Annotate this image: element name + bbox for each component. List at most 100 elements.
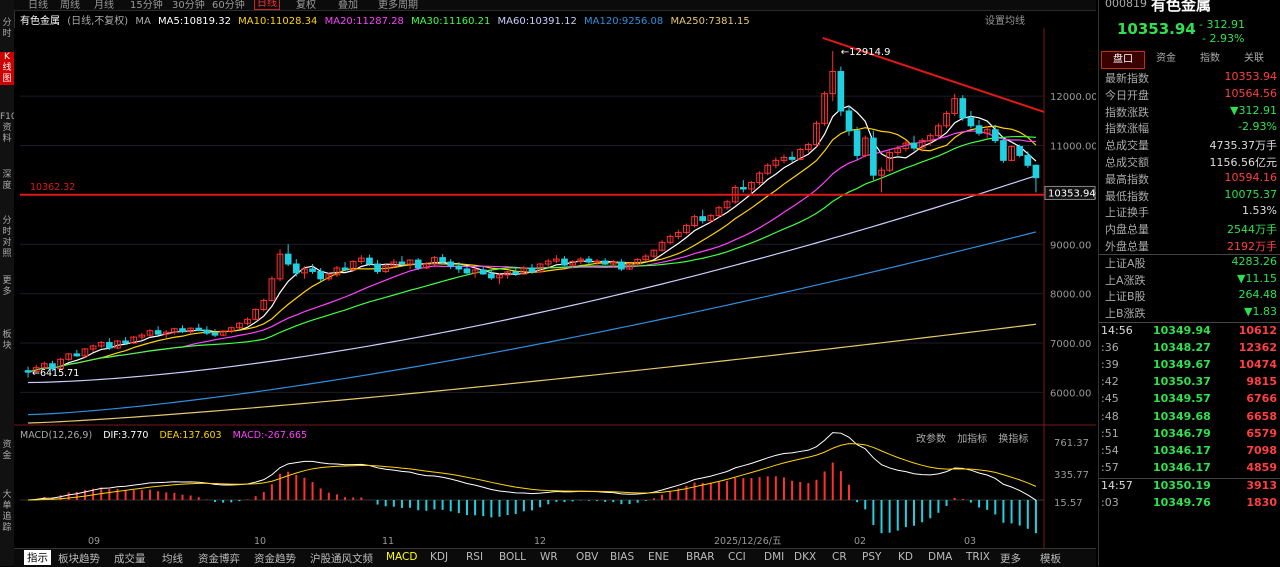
candle <box>853 130 861 156</box>
stat-label: 总成交额 <box>1105 156 1149 169</box>
ma-settings-link[interactable]: 设置均线 <box>985 12 1025 27</box>
tick-volume: 10612 <box>1238 324 1277 337</box>
stat-value: 2544万手 <box>1227 223 1277 237</box>
index-code: 000819 <box>1105 0 1147 10</box>
indicator-tab[interactable]: BIAS <box>610 551 634 563</box>
tick-price: 10350.19 <box>1153 478 1211 492</box>
stat-row: 总成交量 4735.37万手 <box>1105 137 1277 153</box>
tick-volume: 6766 <box>1246 392 1277 406</box>
left-tab[interactable]: 深度 <box>0 170 14 192</box>
candle <box>837 70 845 112</box>
candle <box>374 263 381 272</box>
stat-label: 指数涨跌 <box>1105 105 1149 119</box>
ma120-value: MA120:9256.08 <box>584 16 664 27</box>
stat-value: ▼312.91 <box>1230 103 1277 117</box>
change-params-button[interactable]: 改参数 <box>916 434 946 445</box>
quote-panel: 000819 有色金属 10353.94 - 312.91 - 2.93% 盘口… <box>1098 0 1280 566</box>
indicator-tab[interactable]: OBV <box>576 551 598 563</box>
macd-title[interactable]: MACD(12,26,9) <box>20 430 92 441</box>
indicator-tab[interactable]: 均线 <box>162 551 183 566</box>
indicator-tab[interactable]: TRIX <box>966 551 990 563</box>
left-tab[interactable]: 资金 <box>0 440 14 462</box>
left-tab[interactable]: 分时对照 <box>0 216 14 260</box>
kline-chart[interactable]: 12000.0011000.0010000.009000.008000.0070… <box>14 28 1096 548</box>
stat-row: 内盘总量 2544万手 <box>1105 221 1277 237</box>
left-tab[interactable]: F10资料 <box>0 112 17 145</box>
index-name-title: 有色金属 <box>1151 0 1212 14</box>
period-button[interactable]: 30分钟 <box>172 0 205 11</box>
candle <box>1016 146 1024 156</box>
indicator-tab[interactable]: 沪股通风文频 <box>310 551 373 566</box>
tick-row: :42 10350.37 9815 <box>1101 375 1277 390</box>
indicator-tab[interactable]: MACD <box>386 551 417 563</box>
indicator-tab[interactable]: 成交量 <box>114 551 146 566</box>
period-button[interactable]: 叠加 <box>338 0 358 11</box>
indicator-tab[interactable]: WR <box>540 551 558 563</box>
candle <box>593 260 601 263</box>
period-button[interactable]: 日线 <box>254 0 280 10</box>
stat-label: 内盘总量 <box>1105 223 1149 237</box>
candle <box>463 268 471 274</box>
period-button[interactable]: 日线 <box>28 0 48 11</box>
indicator-tab[interactable]: BOLL <box>499 551 526 563</box>
period-button[interactable]: 复权 <box>296 0 316 11</box>
low-label: ←6415.71 <box>32 368 79 379</box>
indicator-tab[interactable]: 板块趋势 <box>58 551 100 566</box>
indicator-tab[interactable]: DMI <box>764 551 784 563</box>
indicator-tab[interactable]: 资金博弈 <box>198 551 240 566</box>
macd-buttons: 改参数 加指标 换指标 <box>916 430 1028 445</box>
candle <box>528 267 536 273</box>
add-indicator-button[interactable]: 加指标 <box>957 434 987 445</box>
stat-value: 10075.37 <box>1224 187 1278 201</box>
indicator-tab[interactable]: KDJ <box>430 551 448 563</box>
candle <box>991 129 999 142</box>
price-tick-label: 12000.00 <box>1050 92 1096 103</box>
left-tab[interactable]: 分时 <box>0 18 14 40</box>
period-button[interactable]: 月线 <box>94 0 114 11</box>
quote-tab[interactable]: 指数 <box>1189 51 1231 67</box>
divider <box>1099 478 1280 479</box>
ma-legend: 有色金属 (日线,不复权) MA MA5:10819.32 MA10:11028… <box>20 12 754 28</box>
quote-tab[interactable]: 盘口 <box>1101 51 1145 69</box>
quote-tab[interactable]: 资金 <box>1145 51 1187 67</box>
indicator-tab[interactable]: 模板 <box>1040 551 1061 566</box>
period-button[interactable]: 周线 <box>60 0 80 11</box>
macd-tick-label: 335.77 <box>1054 470 1089 481</box>
candle <box>292 263 300 274</box>
period-button[interactable]: 60分钟 <box>212 0 245 11</box>
tick-price: 10349.68 <box>1153 409 1211 423</box>
indicator-tab[interactable]: CR <box>832 551 847 563</box>
period-button[interactable]: 15分钟 <box>130 0 163 11</box>
left-tab[interactable]: 大单追踪 <box>0 490 14 534</box>
ma-label[interactable]: MA <box>135 16 150 27</box>
indicator-tab[interactable]: DKX <box>794 551 816 563</box>
indicator-tab[interactable]: RSI <box>466 551 483 563</box>
indicator-tab[interactable]: 更多 <box>1000 551 1021 566</box>
tick-row: :39 10349.67 10474 <box>1101 358 1277 373</box>
indicator-tab[interactable]: 资金趋势 <box>254 551 296 566</box>
period-button[interactable]: 更多周期 <box>378 0 418 11</box>
indicator-tab[interactable]: BRAR <box>686 551 715 563</box>
tick-time: :36 <box>1101 341 1119 355</box>
price-tick-label: 6000.00 <box>1050 388 1091 399</box>
indicator-tab[interactable]: ENE <box>648 551 669 563</box>
indicator-tabs: 指示 板块趋势 成交量 均线 资金博弈 资金趋势 沪股通风文频 MACD KDJ RSI BOLL W… <box>14 548 1096 567</box>
indicator-tab[interactable]: DMA <box>928 551 952 563</box>
stat-label: 上A涨跌 <box>1105 273 1146 287</box>
indicator-tab[interactable]: KD <box>898 551 913 563</box>
left-tab[interactable]: 板块 <box>0 330 14 352</box>
indicator-tab[interactable]: PSY <box>862 551 881 563</box>
switch-indicator-button[interactable]: 换指标 <box>998 434 1028 445</box>
candle <box>398 261 406 265</box>
stat-label: 总成交量 <box>1105 139 1149 153</box>
left-tab[interactable]: 更多 <box>0 276 14 298</box>
candle <box>488 273 495 279</box>
quote-tab[interactable]: 关联 <box>1233 51 1275 67</box>
chart-bg <box>14 28 1096 548</box>
indicator-tab[interactable]: 指示 <box>24 550 51 565</box>
left-tab[interactable]: K线图 <box>0 52 14 85</box>
stat-label: 最低指数 <box>1105 189 1149 203</box>
indicator-tab[interactable]: CCI <box>728 551 746 563</box>
stat-value: 1.53% <box>1242 204 1277 218</box>
tick-price: 10349.94 <box>1153 324 1211 337</box>
